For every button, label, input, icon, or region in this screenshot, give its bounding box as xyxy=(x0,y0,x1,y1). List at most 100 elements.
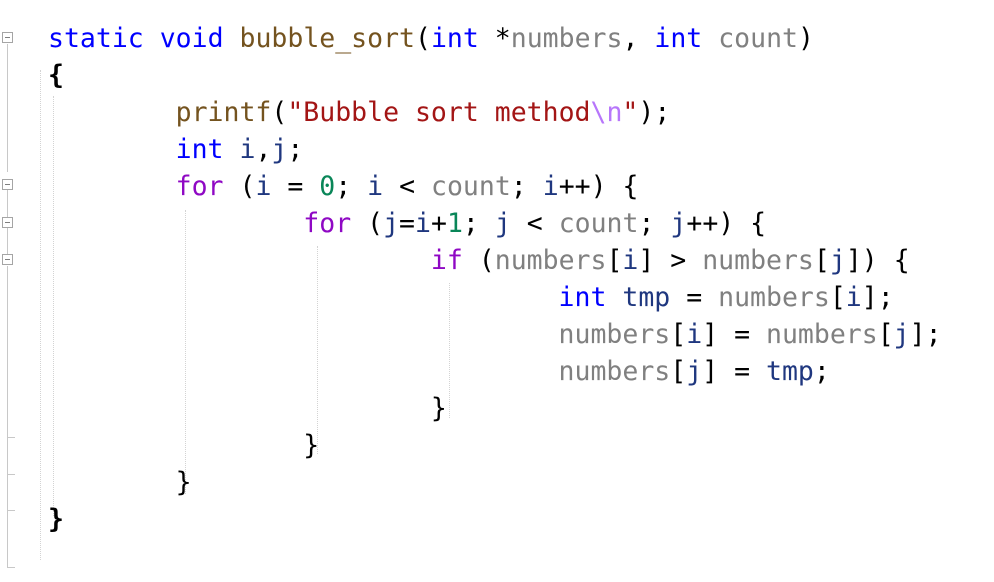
fold-rail xyxy=(7,228,8,254)
code-token: } xyxy=(48,504,64,535)
code-line: { xyxy=(48,57,64,94)
code-token: < xyxy=(383,171,432,202)
code-token: ]; xyxy=(909,319,942,350)
collapse-inner-for-icon[interactable] xyxy=(2,217,13,228)
code-token: \n xyxy=(590,97,623,128)
code-token: bubble_sort xyxy=(239,23,416,54)
code-token: numbers xyxy=(702,245,814,276)
code-token: printf xyxy=(175,97,272,128)
code-token: ; xyxy=(638,208,671,239)
code-token: "Bubble sort method xyxy=(287,97,591,128)
fold-end-tick xyxy=(8,567,15,568)
code-line: if (numbers[i] > numbers[j]) { xyxy=(48,242,910,279)
code-token: [ xyxy=(877,319,894,350)
code-token: [ xyxy=(670,356,687,387)
code-token: numbers xyxy=(494,245,607,276)
code-token: i xyxy=(542,171,559,202)
fold-end-tick xyxy=(8,474,15,475)
code-token: , xyxy=(622,23,655,54)
code-token: [ xyxy=(670,319,687,350)
code-line: numbers[i] = numbers[j]; xyxy=(48,316,942,353)
code-token: = xyxy=(670,282,719,313)
code-token: if xyxy=(430,245,463,276)
code-token: numbers xyxy=(766,319,878,350)
code-token: int xyxy=(175,134,224,165)
code-token: 0 xyxy=(319,171,336,202)
fold-end-tick xyxy=(8,437,15,438)
code-token: , xyxy=(255,134,272,165)
code-line: printf("Bubble sort method\n"); xyxy=(48,94,671,131)
code-token: ( xyxy=(415,23,431,54)
code-token: ); xyxy=(638,97,671,128)
code-line: for (j=i+1; j < count; j++) { xyxy=(48,205,766,242)
code-token: ] = xyxy=(702,356,766,387)
code-token: int xyxy=(430,23,479,54)
code-token: j xyxy=(670,208,687,239)
code-token: < xyxy=(510,208,559,239)
code-token: count xyxy=(718,23,798,54)
code-token: i xyxy=(239,134,256,165)
code-token: ( xyxy=(223,171,256,202)
code-token: void xyxy=(159,23,224,54)
fold-rail xyxy=(7,190,8,217)
collapse-if-icon[interactable] xyxy=(2,254,13,265)
code-token: ) xyxy=(798,23,814,54)
code-token: ] > xyxy=(638,245,703,276)
code-token: ( xyxy=(351,208,384,239)
code-token: for xyxy=(303,208,352,239)
code-token: i xyxy=(845,282,862,313)
fold-rail xyxy=(7,266,8,568)
code-token: for xyxy=(175,171,224,202)
fold-end-tick xyxy=(8,510,15,511)
code-token: tmp xyxy=(766,356,814,387)
code-line: int tmp = numbers[i]; xyxy=(48,279,894,316)
code-token: [ xyxy=(813,245,830,276)
code-token: * xyxy=(478,23,511,54)
code-token: numbers xyxy=(510,23,623,54)
code-token: ]; xyxy=(861,282,894,313)
code-token: i xyxy=(686,319,703,350)
code-token: numbers xyxy=(718,282,830,313)
code-token: j xyxy=(829,245,846,276)
code-editor[interactable]: static void bubble_sort(int *numbers, in… xyxy=(0,0,994,582)
code-line: } xyxy=(48,427,319,464)
code-token: count xyxy=(558,208,639,239)
code-token: } xyxy=(175,467,192,498)
collapse-function-icon[interactable] xyxy=(2,32,13,43)
code-line: static void bubble_sort(int *numbers, in… xyxy=(48,20,814,57)
collapse-outer-for-icon[interactable] xyxy=(2,179,13,190)
code-line: } xyxy=(48,501,64,538)
code-token: = xyxy=(271,171,320,202)
code-token: 1 xyxy=(446,208,463,239)
code-token: } xyxy=(430,393,447,424)
code-token: tmp xyxy=(622,282,671,313)
code-line: } xyxy=(48,390,447,427)
code-token: j xyxy=(686,356,703,387)
code-token: int xyxy=(558,282,607,313)
code-token: { xyxy=(48,60,64,91)
code-token: j xyxy=(271,134,288,165)
code-token: = xyxy=(399,208,416,239)
code-token: static xyxy=(48,23,144,54)
code-line: for (i = 0; i < count; i++) { xyxy=(48,168,639,205)
code-token: numbers xyxy=(558,319,671,350)
code-token: int xyxy=(654,23,703,54)
code-token: ; xyxy=(510,171,543,202)
code-token: } xyxy=(303,430,320,461)
code-token: count xyxy=(431,171,511,202)
code-token: i xyxy=(415,208,431,239)
code-token: " xyxy=(622,97,639,128)
code-token: [ xyxy=(606,245,623,276)
